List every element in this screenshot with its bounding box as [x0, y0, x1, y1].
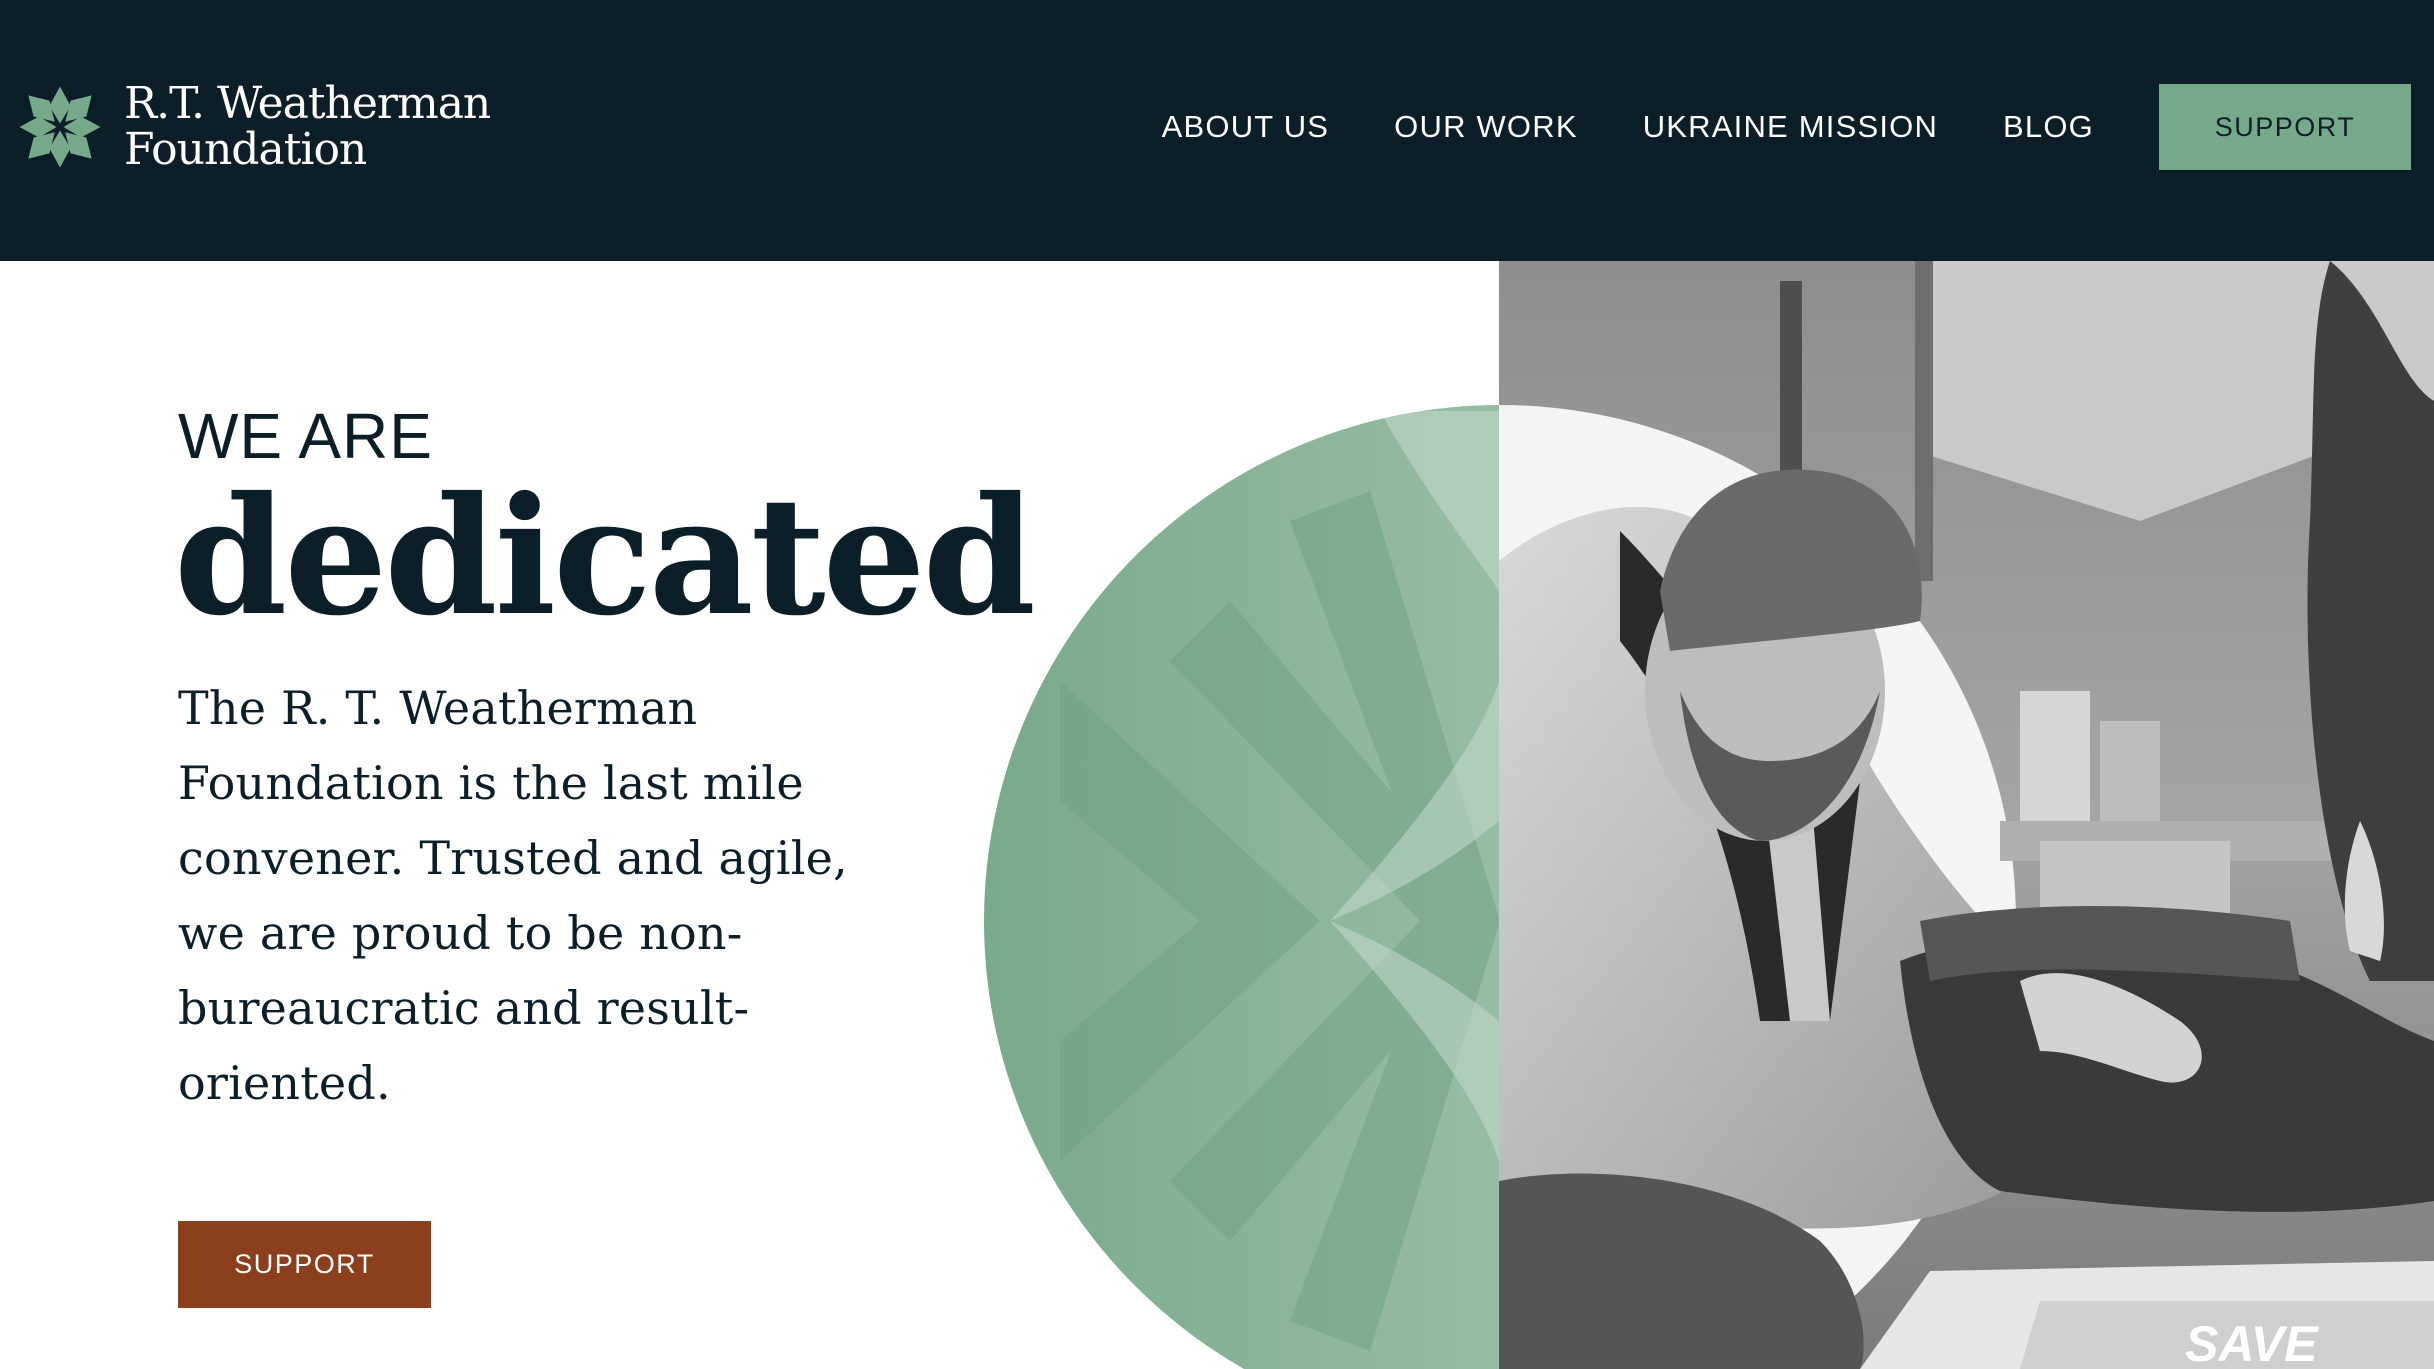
brand-home-link[interactable]: R.T. Weatherman Foundation	[16, 78, 491, 175]
hero-section: SAVE WE ARE dedicated The R. T. Weatherm…	[0, 261, 2434, 1369]
nav-our-work[interactable]: OUR WORK	[1394, 109, 1578, 145]
nav-ukraine-mission[interactable]: UKRAINE MISSION	[1643, 109, 1938, 145]
header-support-button[interactable]: SUPPORT	[2159, 84, 2411, 170]
main-nav: ABOUT US OUR WORK UKRAINE MISSION BLOG S…	[1162, 84, 2434, 170]
foundation-star-logo-icon	[19, 86, 101, 168]
hero-title: dedicated	[174, 462, 1036, 652]
brand-name-line1: R.T. Weatherman	[124, 78, 491, 129]
hero-support-button[interactable]: SUPPORT	[178, 1221, 431, 1308]
photo-sign-text: SAVE	[2185, 1316, 2319, 1369]
brand-name: R.T. Weatherman Foundation	[124, 78, 491, 175]
site-header: R.T. Weatherman Foundation ABOUT US OUR …	[0, 0, 2434, 261]
brand-name-line2: Foundation	[124, 124, 367, 175]
nav-blog[interactable]: BLOG	[2003, 109, 2094, 145]
nav-about-us[interactable]: ABOUT US	[1162, 109, 1330, 145]
hero-kicker: WE ARE	[178, 400, 433, 472]
hero-body-text: The R. T. Weatherman Foundation is the l…	[178, 681, 848, 1110]
